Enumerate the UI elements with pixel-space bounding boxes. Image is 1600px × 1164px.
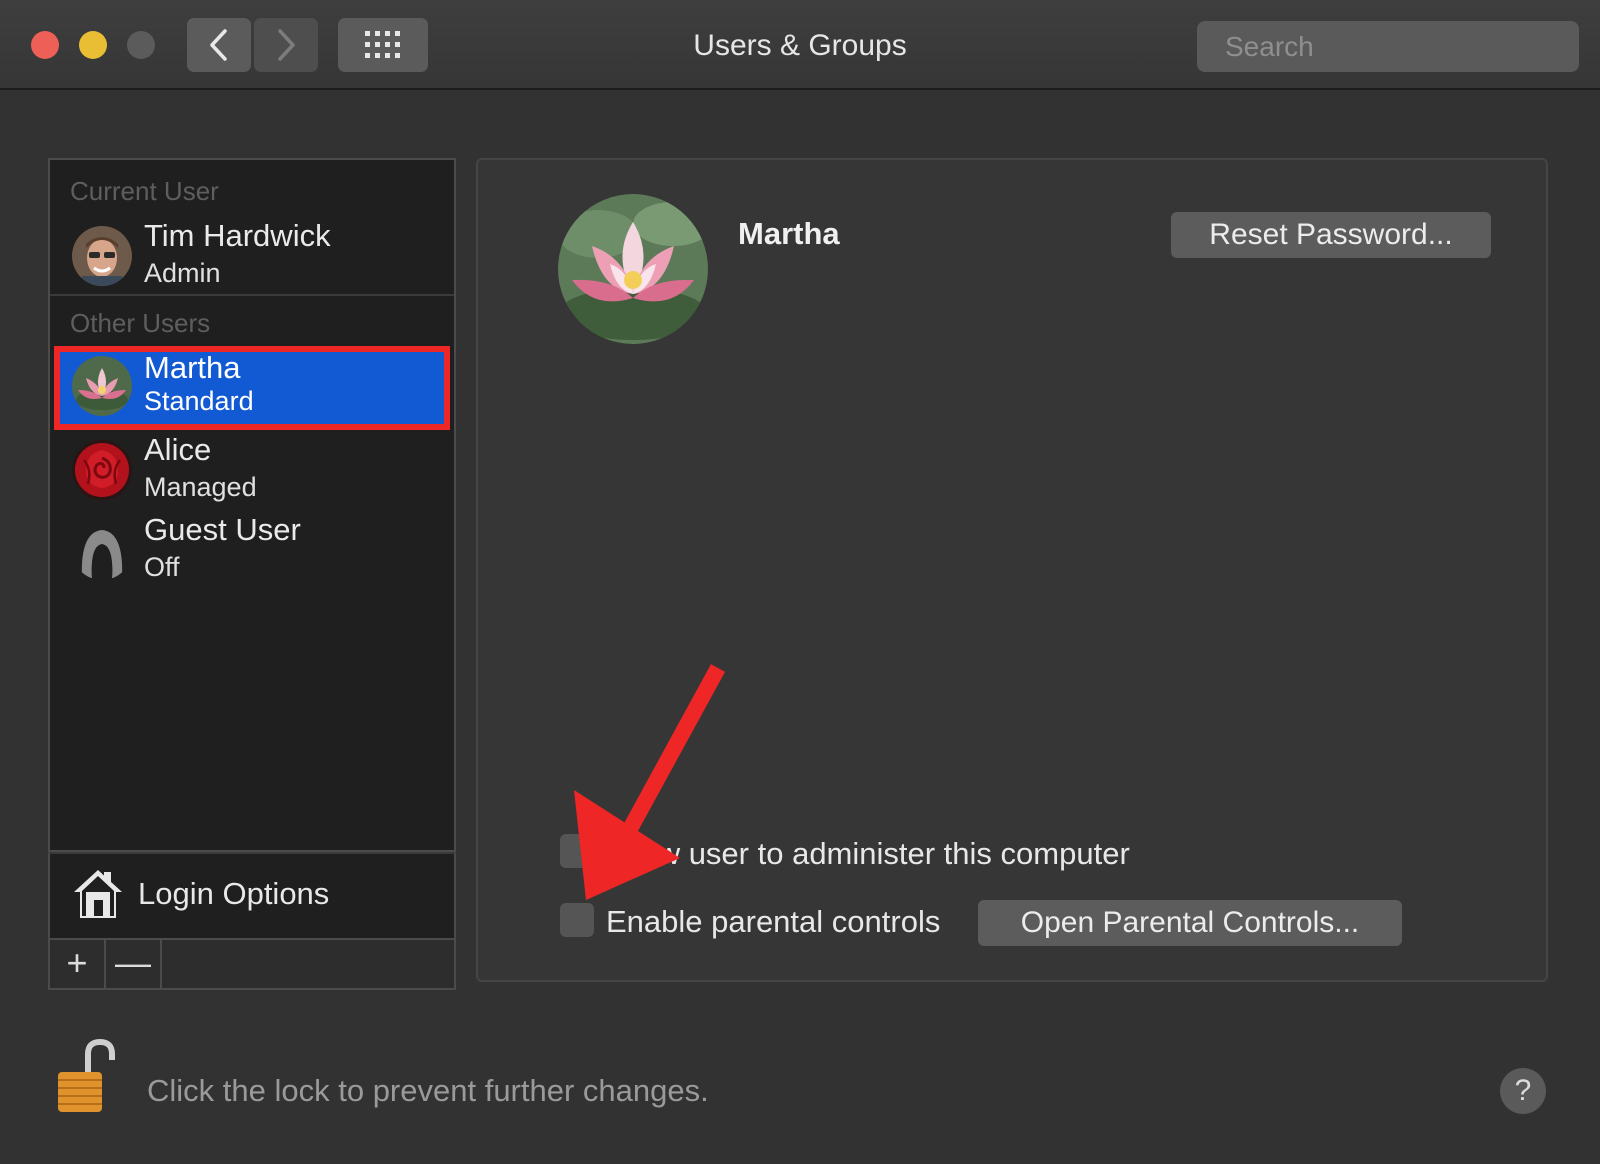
users-groups-window: Users & Groups Current User <box>0 0 1600 1164</box>
user-name: Martha <box>144 350 241 385</box>
add-user-button[interactable]: + <box>50 940 106 988</box>
remove-user-button[interactable]: — <box>106 940 162 988</box>
user-name: Tim Hardwick <box>144 218 331 253</box>
login-options-label: Login Options <box>138 876 330 911</box>
enable-parental-controls-checkbox[interactable] <box>560 903 594 937</box>
user-row-alice[interactable]: Alice Managed <box>54 430 450 510</box>
search-field[interactable] <box>1197 21 1588 72</box>
selected-user-name: Martha <box>738 216 840 251</box>
user-role: Standard <box>144 386 254 416</box>
search-input[interactable] <box>1223 29 1588 64</box>
allow-admin-label: Allow user to administer this computer <box>606 836 1130 871</box>
avatar <box>72 356 132 416</box>
reset-password-button[interactable]: Reset Password... <box>1171 212 1491 258</box>
avatar <box>72 440 132 500</box>
allow-admin-checkbox[interactable] <box>560 834 594 868</box>
open-parental-controls-button[interactable]: Open Parental Controls... <box>978 900 1402 946</box>
avatar <box>72 226 132 286</box>
user-name: Guest User <box>144 512 301 547</box>
title-bar: Users & Groups <box>0 0 1600 90</box>
guest-avatar-icon <box>72 520 132 580</box>
user-role: Admin <box>144 258 221 288</box>
lock-status-text: Click the lock to prevent further change… <box>147 1073 709 1108</box>
user-detail-pane: Martha Reset Password... Allow user to a… <box>476 158 1548 982</box>
help-button[interactable]: ? <box>1500 1068 1546 1114</box>
user-picture[interactable] <box>558 194 708 344</box>
lock-icon[interactable] <box>54 1038 120 1116</box>
add-remove-bar: + — <box>48 940 456 990</box>
current-user-header: Current User <box>70 176 219 206</box>
user-role: Off <box>144 552 180 582</box>
divider <box>50 294 454 296</box>
user-role: Managed <box>144 472 257 502</box>
user-row-tim-hardwick[interactable]: Tim Hardwick Admin <box>54 216 450 296</box>
enable-parental-controls-label: Enable parental controls <box>606 904 941 939</box>
other-users-header: Other Users <box>70 308 211 338</box>
house-icon <box>74 870 122 918</box>
user-name: Alice <box>144 432 212 467</box>
user-row-martha[interactable]: Martha Standard <box>54 346 450 430</box>
user-row-guest-user[interactable]: Guest User Off <box>54 510 450 590</box>
user-list: Current User Tim Hardwick Admin Other Us… <box>48 158 456 852</box>
login-options-item[interactable]: Login Options <box>48 852 456 940</box>
